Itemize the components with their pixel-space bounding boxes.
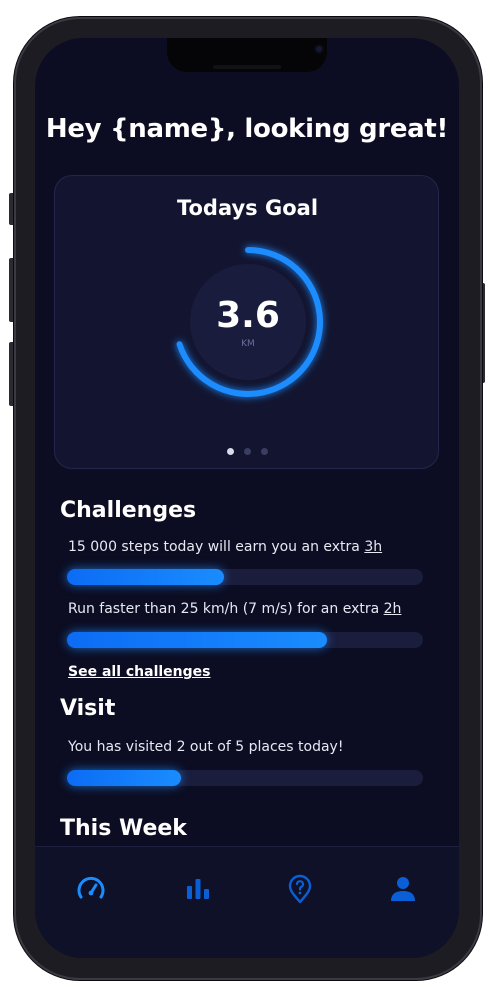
app-screen: Hey {name}, looking great! Todays Goal 3…	[35, 38, 459, 958]
visit-title: Visit	[60, 696, 116, 721]
visit-text: You has visited 2 out of 5 places today!	[68, 739, 344, 755]
bar-chart-icon	[187, 879, 209, 899]
challenge-reward: 3h	[364, 539, 383, 555]
bottom-navigation	[35, 846, 459, 958]
carousel-dot[interactable]	[244, 448, 251, 455]
challenge-progress-fill	[67, 569, 224, 585]
carousel-dots[interactable]	[227, 448, 272, 456]
nav-item-profile[interactable]	[387, 873, 419, 905]
this-week-title: This Week	[60, 816, 187, 841]
goal-unit: KM	[241, 339, 255, 349]
carousel-dot[interactable]	[261, 448, 268, 455]
challenge-progress-bar-2	[67, 632, 423, 648]
challenge-reward: 2h	[383, 601, 402, 617]
challenge-description: 15 000 steps today will earn you an extr…	[68, 539, 365, 555]
nav-item-dashboard[interactable]	[75, 873, 107, 905]
challenge-text-2: Run faster than 25 km/h (7 m/s) for an e…	[68, 601, 401, 617]
nav-item-places[interactable]	[284, 873, 316, 905]
location-help-icon	[288, 874, 312, 904]
challenge-text-1: 15 000 steps today will earn you an extr…	[68, 539, 382, 555]
goal-progress-ring: 3.6 KM	[170, 244, 326, 400]
goal-card[interactable]: Todays Goal 3.6 KM	[54, 175, 439, 469]
challenge-description: Run faster than 25 km/h (7 m/s) for an e…	[68, 601, 384, 617]
greeting-title: Hey {name}, looking great!	[45, 114, 449, 144]
goal-value: 3.6	[216, 295, 280, 336]
visit-progress-fill	[67, 770, 181, 786]
goal-title: Todays Goal	[176, 196, 319, 220]
challenge-progress-fill	[67, 632, 327, 648]
user-icon	[391, 877, 415, 901]
visit-progress-bar	[67, 770, 423, 786]
nav-item-stats[interactable]	[182, 873, 214, 905]
speedometer-icon	[77, 876, 105, 899]
carousel-dot[interactable]	[227, 448, 234, 455]
camera-icon	[314, 44, 324, 54]
challenges-title: Challenges	[60, 498, 197, 523]
see-all-challenges-link[interactable]: See all challenges	[68, 664, 211, 680]
speaker-grille	[213, 65, 281, 69]
challenge-progress-bar-1	[67, 569, 423, 585]
